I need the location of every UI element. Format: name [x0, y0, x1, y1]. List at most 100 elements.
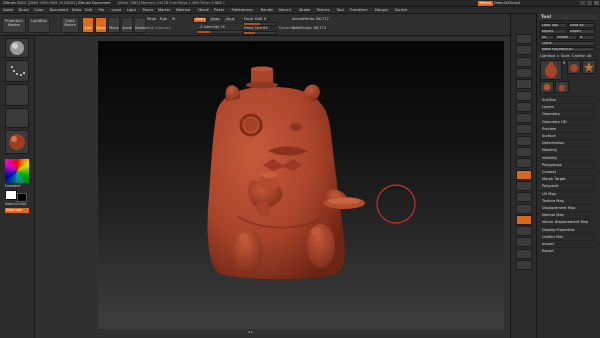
view-button-zoom[interactable]: [516, 67, 532, 78]
save-as-button[interactable]: Save As: [568, 23, 595, 28]
menu-item-movie[interactable]: Movie: [198, 8, 209, 13]
tool-section-normal-map[interactable]: Normal Map: [541, 211, 597, 217]
menu-item-material[interactable]: Material: [176, 8, 191, 13]
tool-section-displacement-map[interactable]: Displacement Map: [541, 204, 597, 210]
import-button[interactable]: Import: [540, 29, 567, 34]
visible-button[interactable]: Visible: [555, 35, 577, 40]
quick-sketch-button[interactable]: Quick Sketch: [61, 17, 79, 33]
view-button-scale[interactable]: [516, 180, 532, 191]
menu-item-macro[interactable]: Macro: [143, 8, 154, 13]
menu-item-picker[interactable]: Picker: [214, 8, 225, 13]
view-button-frame[interactable]: [516, 158, 532, 169]
z-intensity-slider[interactable]: [196, 30, 248, 34]
view-button-polyf[interactable]: [516, 214, 532, 225]
menu-item-tool[interactable]: Tool: [337, 8, 344, 13]
menu-item-render[interactable]: Render: [261, 8, 274, 13]
mrgb-toggle[interactable]: Mrgb: [147, 17, 156, 22]
menu-item-transform[interactable]: Transform: [350, 8, 368, 13]
make-polymesh-button[interactable]: Make PolyMesh3D: [540, 47, 595, 52]
gradient-label[interactable]: Gradient: [5, 184, 21, 189]
view-button-solo[interactable]: [516, 248, 532, 259]
tool-section-visibility[interactable]: Visibility: [541, 153, 597, 160]
export-button[interactable]: Export: [568, 29, 595, 34]
draw-button[interactable]: Draw: [95, 17, 107, 33]
menu-item-document[interactable]: Document: [50, 8, 69, 13]
tool-thumbnail-catman-2[interactable]: [555, 81, 569, 93]
tool-section-morph-target[interactable]: Morph Target: [541, 175, 597, 181]
lightbox-button[interactable]: LightBox: [28, 17, 50, 33]
menu-item-edit[interactable]: Edit: [85, 8, 92, 13]
menu-item-alpha[interactable]: Alpha: [3, 8, 13, 13]
close-button[interactable]: [594, 1, 599, 5]
texture-thumbnail[interactable]: [5, 108, 29, 128]
clone-button[interactable]: Clone: [540, 41, 595, 46]
view-button-actual[interactable]: [516, 79, 532, 90]
view-button-bpr[interactable]: [516, 34, 532, 44]
load-tool-button[interactable]: Load Tool: [540, 23, 567, 28]
rotate-button[interactable]: Rotate: [134, 17, 147, 33]
menu-item-stroke[interactable]: Stroke: [299, 8, 310, 13]
canvas-scroll-arrows[interactable]: ◂ ▸: [248, 330, 253, 335]
view-button-move[interactable]: [516, 169, 532, 180]
menu-item-texture[interactable]: Texture: [317, 8, 330, 13]
tool-r-label[interactable]: R: [563, 61, 566, 66]
main-color-swatch[interactable]: [5, 190, 17, 200]
zadd-button[interactable]: Zadd: [193, 17, 207, 23]
menu-item-color[interactable]: Color: [34, 8, 43, 13]
view-button-local[interactable]: [516, 124, 532, 135]
all-button[interactable]: All: [540, 35, 554, 40]
edit-button[interactable]: Edit: [82, 17, 94, 33]
view-button-lsym[interactable]: [516, 135, 532, 146]
brush-thumbnail[interactable]: [5, 38, 29, 58]
minimize-button[interactable]: [580, 1, 585, 5]
menu-item-light[interactable]: Light: [127, 8, 136, 13]
tool-section-masking[interactable]: Masking: [541, 146, 597, 152]
view-button-line-fill[interactable]: [516, 203, 532, 214]
material-thumbnail[interactable]: [5, 130, 29, 154]
move-button[interactable]: Move: [108, 17, 120, 33]
menu-item-zplugin[interactable]: Zplugin: [375, 8, 389, 13]
zsub-button[interactable]: Zsub: [208, 17, 222, 23]
view-button-floor[interactable]: [516, 113, 532, 124]
tool-section-vector-displacement-map[interactable]: Vector Displacement Map: [541, 218, 597, 224]
rgb-toggle[interactable]: Rgb: [160, 17, 167, 22]
maximize-button[interactable]: [587, 1, 592, 5]
tool-section-preview[interactable]: Preview: [541, 124, 597, 131]
alternate-button[interactable]: Alternate: [5, 208, 29, 213]
tool-section-display-properties[interactable]: Display Properties: [541, 225, 597, 232]
menu-item-stencil[interactable]: Stencil: [279, 8, 291, 13]
zcut-button[interactable]: Zcut: [223, 17, 237, 23]
menu-item-brush[interactable]: Brush: [19, 8, 29, 13]
alpha-thumbnail[interactable]: [5, 84, 29, 106]
view-button-xyz[interactable]: [516, 147, 532, 157]
view-button-ghost[interactable]: [516, 237, 532, 248]
view-button-rotate[interactable]: [516, 192, 532, 203]
view-button-scroll[interactable]: [516, 56, 532, 67]
menu-item-file[interactable]: File: [98, 8, 104, 13]
tool-palette-header[interactable]: Tool: [539, 14, 598, 21]
tool-section-export[interactable]: Export: [541, 247, 597, 253]
view-button-persp[interactable]: [516, 101, 532, 112]
tool-section-unified-skin[interactable]: Unified Skin: [541, 232, 597, 239]
m-toggle[interactable]: M: [172, 17, 175, 22]
tool-section-geometry-hd[interactable]: Geometry HD: [541, 117, 597, 124]
menu-item-layer[interactable]: Layer: [112, 8, 122, 13]
document-canvas[interactable]: [98, 41, 504, 329]
menu-item-preferences[interactable]: Preferences: [232, 8, 253, 13]
current-tool-thumbnail[interactable]: [540, 60, 562, 80]
tool-section-geometry[interactable]: Geometry: [541, 110, 597, 116]
switch-color-label[interactable]: SwitchColor: [5, 202, 26, 207]
tool-section-uv-map[interactable]: UV Map: [541, 189, 597, 196]
tool-thumbnail-polymesh[interactable]: [582, 60, 596, 74]
default-script-button[interactable]: DefaultZScript: [494, 1, 520, 6]
color-picker[interactable]: [5, 159, 29, 183]
view-button-aahalf[interactable]: [516, 90, 532, 101]
tool-section-polypaint[interactable]: Polypaint: [541, 182, 597, 188]
view-button-transp[interactable]: [516, 226, 532, 237]
tool-section-import[interactable]: Import: [541, 240, 597, 246]
secondary-color-swatch[interactable]: [17, 193, 27, 202]
tool-section-layers[interactable]: Layers: [541, 103, 597, 109]
scale-button[interactable]: Scale: [121, 17, 133, 33]
view-button-spix-3[interactable]: [516, 45, 532, 56]
tool-section-contact[interactable]: Contact: [541, 168, 597, 174]
